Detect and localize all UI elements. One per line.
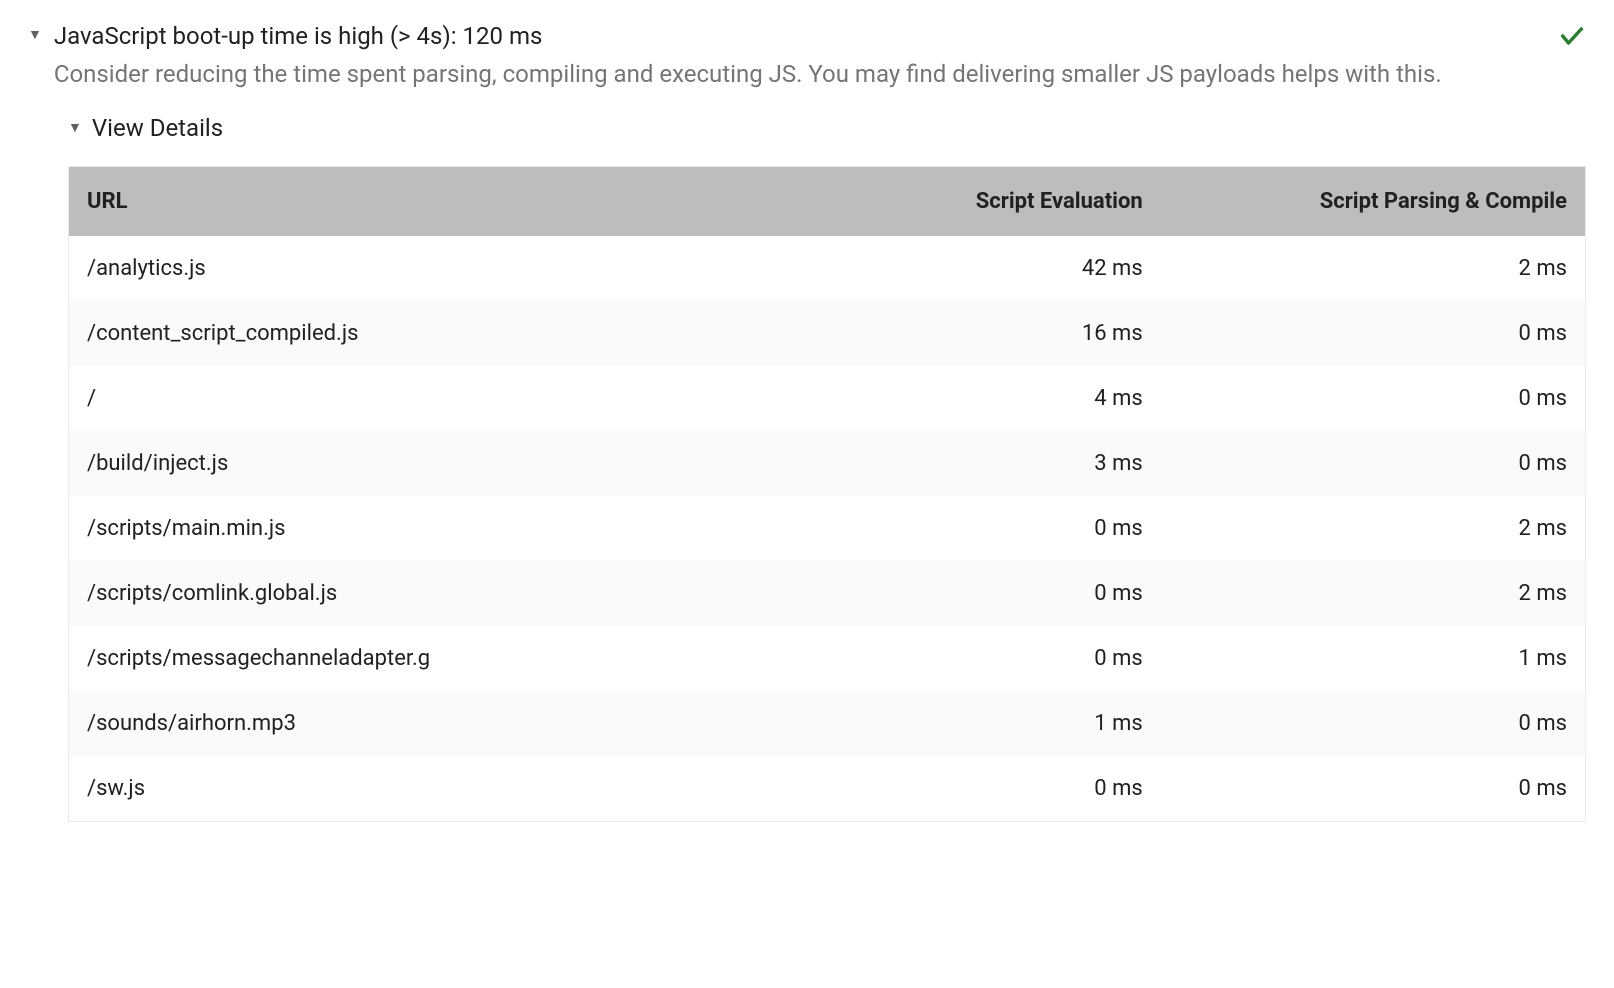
cell-script-evaluation: 4 ms — [736, 366, 1161, 431]
cell-url: /build/inject.js — [69, 431, 736, 496]
table-row: /sounds/airhorn.mp3 1 ms 0 ms — [69, 691, 1586, 756]
cell-script-evaluation: 0 ms — [736, 561, 1161, 626]
checkmark-icon — [1558, 22, 1586, 54]
column-header-url: URL — [69, 166, 736, 236]
cell-url: /scripts/messagechanneladapter.g — [69, 626, 736, 691]
table-row: / 4 ms 0 ms — [69, 366, 1586, 431]
cell-script-evaluation: 0 ms — [736, 756, 1161, 822]
cell-script-evaluation: 1 ms — [736, 691, 1161, 756]
table-body: /analytics.js 42 ms 2 ms /content_script… — [69, 236, 1586, 822]
bootup-time-table: URL Script Evaluation Script Parsing & C… — [68, 166, 1586, 822]
cell-script-parsing-compile: 0 ms — [1161, 301, 1586, 366]
cell-script-parsing-compile: 0 ms — [1161, 366, 1586, 431]
audit-header-content: JavaScript boot-up time is high (> 4s): … — [54, 20, 1586, 90]
triangle-down-icon: ▼ — [68, 119, 82, 136]
table-row: /sw.js 0 ms 0 ms — [69, 756, 1586, 822]
cell-script-parsing-compile: 0 ms — [1161, 756, 1586, 822]
table-row: /scripts/main.min.js 0 ms 2 ms — [69, 496, 1586, 561]
cell-url: /scripts/comlink.global.js — [69, 561, 736, 626]
cell-url: /sw.js — [69, 756, 736, 822]
cell-script-parsing-compile: 0 ms — [1161, 431, 1586, 496]
table-row: /build/inject.js 3 ms 0 ms — [69, 431, 1586, 496]
cell-script-parsing-compile: 2 ms — [1161, 496, 1586, 561]
cell-script-parsing-compile: 1 ms — [1161, 626, 1586, 691]
cell-url: /scripts/main.min.js — [69, 496, 736, 561]
cell-script-evaluation: 16 ms — [736, 301, 1161, 366]
column-header-script-evaluation: Script Evaluation — [736, 166, 1161, 236]
cell-script-evaluation: 0 ms — [736, 626, 1161, 691]
audit-description: Consider reducing the time spent parsing… — [54, 58, 1586, 90]
triangle-down-icon[interactable]: ▼ — [28, 26, 42, 43]
cell-script-evaluation: 0 ms — [736, 496, 1161, 561]
cell-script-parsing-compile: 2 ms — [1161, 236, 1586, 301]
table-row: /scripts/comlink.global.js 0 ms 2 ms — [69, 561, 1586, 626]
table-row: /content_script_compiled.js 16 ms 0 ms — [69, 301, 1586, 366]
details-section: ▼ View Details URL Script Evaluation Scr… — [68, 114, 1586, 822]
audit-header: ▼ JavaScript boot-up time is high (> 4s)… — [28, 20, 1586, 90]
cell-script-evaluation: 3 ms — [736, 431, 1161, 496]
view-details-toggle[interactable]: ▼ View Details — [68, 114, 1586, 142]
cell-script-parsing-compile: 2 ms — [1161, 561, 1586, 626]
cell-url: / — [69, 366, 736, 431]
view-details-label: View Details — [92, 114, 223, 142]
cell-script-parsing-compile: 0 ms — [1161, 691, 1586, 756]
cell-url: /content_script_compiled.js — [69, 301, 736, 366]
table-header-row: URL Script Evaluation Script Parsing & C… — [69, 166, 1586, 236]
cell-url: /analytics.js — [69, 236, 736, 301]
audit-title: JavaScript boot-up time is high (> 4s): … — [54, 20, 1586, 54]
cell-url: /sounds/airhorn.mp3 — [69, 691, 736, 756]
table-row: /analytics.js 42 ms 2 ms — [69, 236, 1586, 301]
table-row: /scripts/messagechanneladapter.g 0 ms 1 … — [69, 626, 1586, 691]
cell-script-evaluation: 42 ms — [736, 236, 1161, 301]
column-header-script-parsing-compile: Script Parsing & Compile — [1161, 166, 1586, 236]
